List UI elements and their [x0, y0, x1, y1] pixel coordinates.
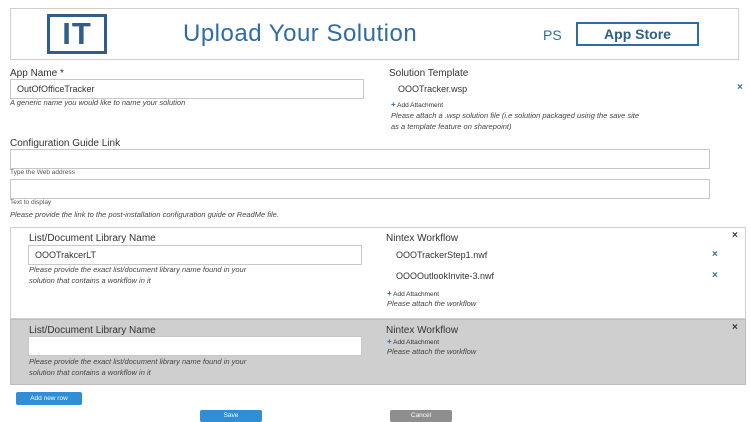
text-to-display-input[interactable]	[10, 179, 710, 199]
solution-file-name: OOOTracker.wsp	[398, 84, 468, 94]
web-address-label: Type the Web address	[10, 169, 75, 176]
ps-label: PS	[543, 27, 562, 43]
app-name-hint: A generic name you would like to name yo…	[10, 98, 186, 107]
app-store-badge[interactable]: App Store	[576, 22, 699, 46]
list-library-input[interactable]: OOOTrakcerLT	[28, 245, 362, 265]
config-guide-hint: Please provide the link to the post-inst…	[10, 210, 279, 219]
workflow-hint: Please attach the workflow	[387, 299, 477, 308]
plus-icon: +	[387, 337, 392, 346]
remove-solution-file-icon[interactable]: ×	[737, 82, 743, 93]
delete-row-icon[interactable]: ×	[732, 230, 738, 241]
solution-add-attachment[interactable]: + Add Attachment	[391, 100, 443, 109]
workflow-add-attachment-label: Add Attachment	[393, 291, 440, 298]
remove-workflow-file-icon[interactable]: ×	[712, 270, 718, 281]
solution-hint-line2: as a template feature on sharepoint)	[391, 122, 512, 131]
page-title: Upload Your Solution	[183, 20, 418, 47]
workflow-row-2: List/Document Library Name Please provid…	[10, 319, 746, 385]
app-name-label: App Name *	[10, 68, 64, 79]
plus-icon: +	[387, 289, 392, 298]
list-library-hint-line2: solution that contains a workflow in it	[29, 276, 151, 285]
list-library-label: List/Document Library Name	[29, 325, 156, 336]
workflow-hint: Please attach the workflow	[387, 347, 477, 356]
web-address-input[interactable]	[10, 149, 710, 169]
workflow-row-1: List/Document Library Name OOOTrakcerLT …	[10, 227, 746, 319]
solution-add-attachment-label: Add Attachment	[397, 102, 444, 109]
list-library-label: List/Document Library Name	[29, 233, 156, 244]
workflow-add-attachment[interactable]: + Add Attachment	[387, 289, 439, 298]
config-guide-label: Configuration Guide Link	[10, 138, 121, 149]
list-library-input[interactable]	[28, 336, 362, 356]
workflow-file-name: OOOTrackerStep1.nwf	[396, 250, 488, 260]
app-name-input[interactable]: OutOfOfficeTracker	[10, 79, 364, 99]
it-logo: IT	[47, 14, 107, 54]
cancel-button[interactable]: Cancel	[390, 410, 452, 422]
text-to-display-label: Text to display	[10, 199, 52, 206]
header-banner: IT Upload Your Solution PS App Store	[10, 8, 739, 60]
nintex-workflow-label: Nintex Workflow	[386, 325, 459, 336]
solution-template-label: Solution Template	[389, 68, 469, 79]
remove-workflow-file-icon[interactable]: ×	[712, 249, 718, 260]
workflow-file-name: OOOOutlookInvite-3.nwf	[396, 271, 495, 281]
list-library-hint-line2: solution that contains a workflow in it	[29, 368, 151, 377]
workflow-add-attachment[interactable]: + Add Attachment	[387, 337, 439, 346]
plus-icon: +	[391, 100, 396, 109]
delete-row-icon[interactable]: ×	[732, 322, 738, 333]
add-new-row-button[interactable]: Add new row	[16, 392, 82, 405]
save-button[interactable]: Save	[200, 410, 262, 422]
nintex-workflow-label: Nintex Workflow	[386, 233, 459, 244]
workflow-add-attachment-label: Add Attachment	[393, 339, 440, 346]
